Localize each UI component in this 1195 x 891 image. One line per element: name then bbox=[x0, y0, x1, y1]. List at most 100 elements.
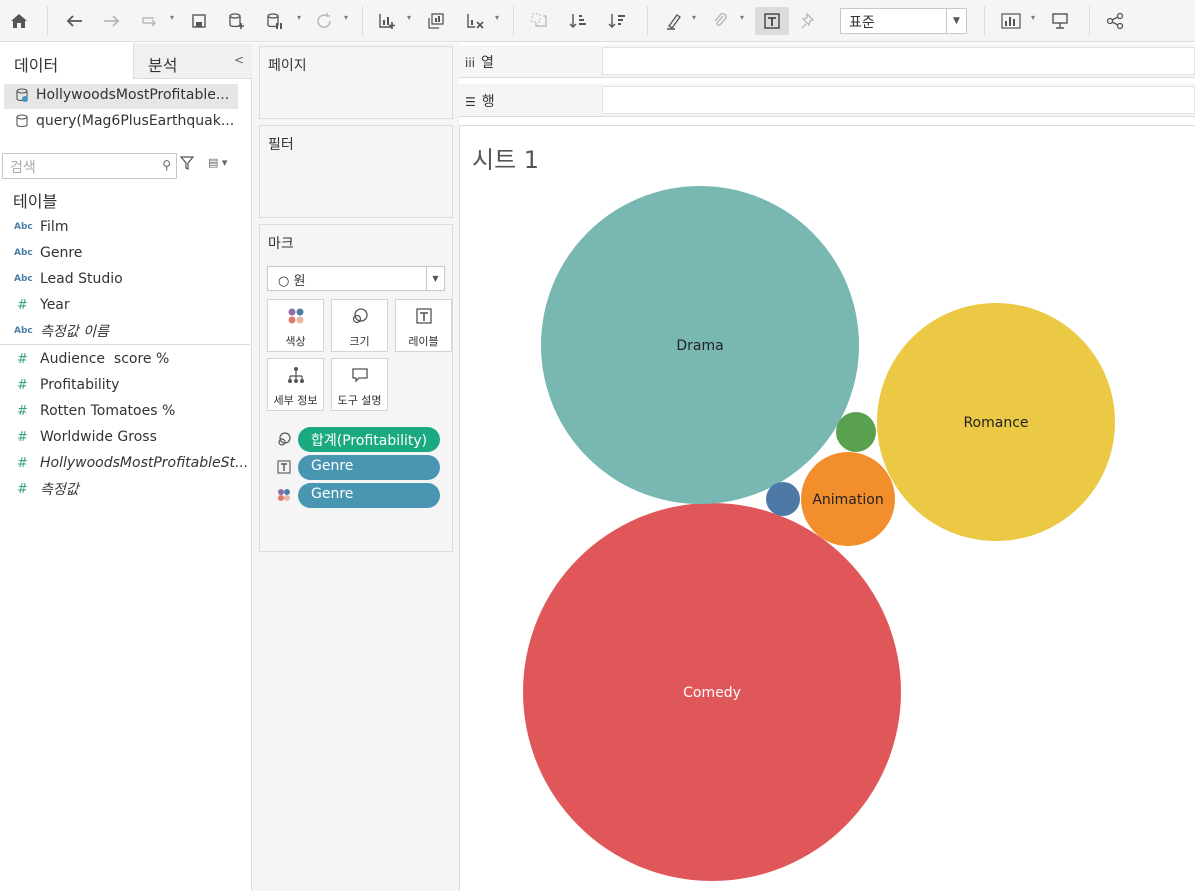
string-type-icon: Abc bbox=[14, 326, 33, 336]
new-datasource-icon[interactable] bbox=[223, 7, 251, 35]
tables-heading: 테이블 bbox=[13, 192, 58, 211]
pages-card-title: 페이지 bbox=[268, 58, 307, 74]
field-label: Year bbox=[40, 297, 70, 313]
genre-color-pill[interactable]: Genre bbox=[298, 483, 440, 508]
chevron-down-icon: ▼ bbox=[946, 9, 966, 33]
collapse-pane-icon[interactable]: < bbox=[234, 53, 244, 67]
home-icon[interactable] bbox=[5, 7, 33, 35]
worksheet-view: 시트 1 Comedy Drama Romance Animation bbox=[459, 125, 1195, 891]
marks-pill-row: Genre bbox=[277, 455, 441, 480]
color-button-label: 색상 bbox=[285, 335, 306, 348]
clear-dropdown-icon[interactable]: ▾ bbox=[495, 13, 499, 22]
fix-axes-icon[interactable] bbox=[795, 7, 823, 35]
mark-type-select[interactable]: ○ 원 ▼ bbox=[267, 266, 445, 291]
field-item[interactable]: # Worldwide Gross bbox=[0, 424, 250, 450]
show-labels-icon[interactable] bbox=[755, 7, 789, 35]
field-item[interactable]: # Profitability bbox=[0, 372, 250, 398]
label-button-label: 레이블 bbox=[408, 335, 439, 348]
tooltip-button[interactable]: 도구 설명 bbox=[331, 358, 388, 411]
group-dropdown-icon[interactable]: ▾ bbox=[740, 13, 744, 22]
swap-icon[interactable] bbox=[525, 7, 553, 35]
mark-type-value: 원 bbox=[293, 274, 306, 289]
bubble-label: Romance bbox=[963, 415, 1028, 431]
bubble-unlabeled-5[interactable] bbox=[766, 482, 800, 516]
datasource-icon bbox=[16, 114, 28, 128]
pause-dropdown-icon[interactable]: ▾ bbox=[297, 13, 301, 22]
replay-dropdown-icon[interactable]: ▾ bbox=[170, 13, 174, 22]
show-me-icon[interactable] bbox=[997, 7, 1025, 35]
number-type-icon: # bbox=[17, 351, 28, 367]
field-item[interactable]: Abc 측정값 이름 bbox=[0, 318, 250, 344]
sort-descending-icon[interactable] bbox=[603, 7, 631, 35]
duplicate-sheet-icon[interactable] bbox=[422, 7, 450, 35]
refresh-icon[interactable] bbox=[310, 7, 338, 35]
detail-button[interactable]: 세부 정보 bbox=[267, 358, 324, 411]
toolbar: ▾ ▾ ▾ ▾ ▾ ▾ ▾ 표준 ▼ ▾ bbox=[0, 0, 1195, 42]
field-item[interactable]: # HollywoodsMostProfitableSt... bbox=[0, 450, 250, 476]
presentation-icon[interactable] bbox=[1046, 7, 1074, 35]
data-pane: 데이터 분석 < HollywoodsMostProfitable... que… bbox=[0, 43, 252, 891]
field-search-input[interactable]: 검색 ⚲ bbox=[2, 153, 177, 179]
pane-divider bbox=[0, 344, 250, 345]
field-item[interactable]: # Audience score % bbox=[0, 346, 250, 372]
tooltip-icon bbox=[332, 366, 387, 384]
field-item[interactable]: # Rotten Tomatoes % bbox=[0, 398, 250, 424]
highlight-icon[interactable] bbox=[660, 7, 688, 35]
genre-label-pill[interactable]: Genre bbox=[298, 455, 440, 480]
columns-icon: iii bbox=[465, 56, 476, 70]
marks-card: 마크 ○ 원 ▼ 색상 크기 레이블 세부 정보 도구 설명 합계(Profit… bbox=[259, 224, 453, 552]
field-item[interactable]: Abc Lead Studio bbox=[0, 266, 250, 292]
columns-shelf-label: 열 bbox=[481, 55, 494, 71]
datasource-item-query[interactable]: query(Mag6PlusEarthquak... bbox=[4, 110, 238, 135]
rows-shelf: ☰ 행 bbox=[459, 84, 1195, 117]
filters-card[interactable]: 필터 bbox=[259, 125, 453, 218]
pages-card[interactable]: 페이지 bbox=[259, 46, 453, 119]
string-type-icon: Abc bbox=[14, 274, 33, 284]
field-item[interactable]: Abc Film bbox=[0, 214, 250, 240]
datasource-live-icon bbox=[16, 88, 28, 102]
packed-bubble-chart: Comedy Drama Romance Animation bbox=[523, 186, 1115, 881]
show-me-dropdown-icon[interactable]: ▾ bbox=[1031, 13, 1035, 22]
filters-card-title: 필터 bbox=[268, 137, 294, 153]
bubble-label: Drama bbox=[676, 338, 723, 354]
share-icon[interactable] bbox=[1101, 7, 1129, 35]
clear-sheet-icon[interactable] bbox=[461, 7, 489, 35]
field-item[interactable]: Abc Genre bbox=[0, 240, 250, 266]
group-icon[interactable] bbox=[706, 7, 734, 35]
columns-drop-zone[interactable] bbox=[602, 47, 1195, 75]
filter-icon[interactable] bbox=[179, 156, 195, 174]
chevron-down-icon: ▼ bbox=[426, 267, 444, 290]
refresh-dropdown-icon[interactable]: ▾ bbox=[344, 13, 348, 22]
field-label: Profitability bbox=[40, 377, 120, 393]
fit-select-value: 표준 bbox=[849, 15, 875, 31]
field-item[interactable]: # 측정값 bbox=[0, 476, 250, 502]
view-options-icon[interactable]: ▤ ▾ bbox=[208, 156, 227, 169]
field-label: 측정값 bbox=[40, 482, 79, 498]
bubble-unlabeled-4[interactable] bbox=[836, 412, 876, 452]
search-icon: ⚲ bbox=[162, 158, 171, 172]
size-button-label: 크기 bbox=[349, 335, 370, 348]
new-worksheet-icon[interactable] bbox=[373, 7, 401, 35]
replay-icon[interactable] bbox=[136, 7, 164, 35]
redo-icon[interactable] bbox=[98, 7, 126, 35]
detail-button-label: 세부 정보 bbox=[273, 394, 318, 407]
label-button[interactable]: 레이블 bbox=[395, 299, 452, 352]
number-type-icon: # bbox=[17, 377, 28, 393]
highlight-dropdown-icon[interactable]: ▾ bbox=[692, 13, 696, 22]
datasource-item-hollywood[interactable]: HollywoodsMostProfitable... bbox=[4, 84, 238, 109]
size-button[interactable]: 크기 bbox=[331, 299, 388, 352]
pause-update-icon[interactable] bbox=[261, 7, 289, 35]
number-type-icon: # bbox=[17, 455, 28, 471]
field-item[interactable]: # Year bbox=[0, 292, 250, 318]
sort-ascending-icon[interactable] bbox=[564, 7, 592, 35]
undo-icon[interactable] bbox=[60, 7, 88, 35]
color-button[interactable]: 색상 bbox=[267, 299, 324, 352]
color-icon bbox=[278, 489, 290, 501]
save-icon[interactable] bbox=[185, 7, 213, 35]
new-worksheet-dropdown-icon[interactable]: ▾ bbox=[407, 13, 411, 22]
profitability-size-pill[interactable]: 합계(Profitability) bbox=[298, 427, 440, 452]
datasource-name: query(Mag6PlusEarthquak... bbox=[36, 113, 235, 129]
tab-data[interactable]: 데이터 bbox=[0, 43, 134, 79]
rows-drop-zone[interactable] bbox=[602, 86, 1195, 114]
fit-select[interactable]: 표준 ▼ bbox=[840, 8, 967, 34]
